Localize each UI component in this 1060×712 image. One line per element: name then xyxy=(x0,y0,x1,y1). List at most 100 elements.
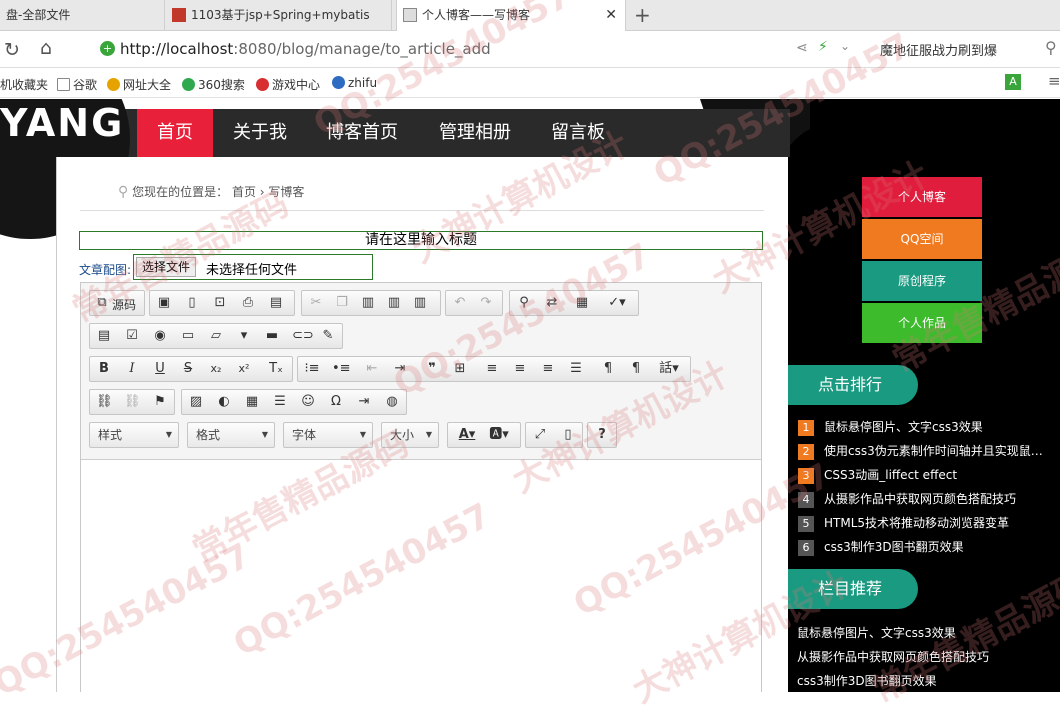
breadcrumb-home[interactable]: 首页 xyxy=(232,185,256,199)
strike-icon[interactable]: S xyxy=(180,361,196,377)
rtl-icon[interactable]: ¶ xyxy=(628,361,644,377)
justify-icon[interactable]: ☰ xyxy=(568,361,584,377)
ranking-item[interactable]: 4 从摄影作品中获取网页颜色搭配技巧 xyxy=(798,490,1043,508)
italic-icon[interactable]: I xyxy=(124,361,140,377)
nav-item-home[interactable]: 首页 xyxy=(137,109,213,157)
reload-icon[interactable]: ↻ xyxy=(4,39,20,61)
sidebar-button-qzone[interactable]: QQ空间 xyxy=(862,219,982,259)
sidebar-button-works[interactable]: 个人作品 xyxy=(862,303,982,343)
browser-tab[interactable]: 1103基于jsp+Spring+mybatis xyxy=(166,0,392,31)
help-icon[interactable]: ? xyxy=(594,427,610,443)
close-tab-icon[interactable]: ✕ xyxy=(605,0,617,31)
ltr-icon[interactable]: ¶ xyxy=(600,361,616,377)
textfield-icon[interactable]: ▭ xyxy=(180,328,196,344)
print-icon[interactable]: ⎙ xyxy=(240,295,256,311)
replace-icon[interactable]: ⇄ xyxy=(544,295,560,311)
paste-text-icon[interactable]: ▥ xyxy=(386,295,402,311)
url-field[interactable]: http://localhost:8080/blog/manage/to_art… xyxy=(120,40,491,58)
new-tab-button[interactable]: + xyxy=(634,3,651,27)
image-button-icon[interactable]: ⊂⊃ xyxy=(292,328,314,344)
new-page-icon[interactable]: ▯ xyxy=(184,295,200,311)
sidebar-button-blog[interactable]: 个人博客 xyxy=(862,177,982,217)
save-icon[interactable]: ▣ xyxy=(156,295,172,311)
hidden-field-icon[interactable]: ✎ xyxy=(320,328,336,344)
redo-icon[interactable]: ↷ xyxy=(478,295,494,311)
textarea-icon[interactable]: ▱ xyxy=(208,328,224,344)
speed-mode-icon[interactable]: ⚡ xyxy=(818,39,828,55)
spellcheck-icon[interactable]: ✓▾ xyxy=(602,295,632,311)
radio-icon[interactable]: ◉ xyxy=(152,328,168,344)
smiley-icon[interactable]: ☺ xyxy=(300,394,316,410)
indent-icon[interactable]: ⇥ xyxy=(392,361,408,377)
bookmark-item[interactable]: 游戏中心 xyxy=(256,76,320,93)
editor-content-area[interactable] xyxy=(81,459,761,692)
maximize-icon[interactable]: ⤢ xyxy=(532,427,548,443)
search-icon[interactable]: ⚲ xyxy=(1045,38,1057,57)
paste-icon[interactable]: ▥ xyxy=(360,295,376,311)
templates-icon[interactable]: ▤ xyxy=(268,295,284,311)
iframe-icon[interactable]: ◍ xyxy=(384,394,400,410)
home-icon[interactable]: ⌂ xyxy=(40,37,52,59)
anchor-icon[interactable]: ⚑ xyxy=(152,394,168,410)
file-input[interactable]: 选择文件 未选择任何文件 xyxy=(133,254,373,280)
align-center-icon[interactable]: ≡ xyxy=(512,361,528,377)
nav-item-about[interactable]: 关于我 xyxy=(218,109,302,157)
nav-item-guestbook[interactable]: 留言板 xyxy=(538,109,618,157)
share-icon[interactable]: ⋖ xyxy=(796,40,808,56)
copy-icon[interactable]: ❐ xyxy=(334,295,350,311)
undo-icon[interactable]: ↶ xyxy=(452,295,468,311)
nav-item-blog[interactable]: 博客首页 xyxy=(312,109,412,157)
bookmark-item[interactable]: zhifu xyxy=(332,76,377,90)
subscript-icon[interactable]: x₂ xyxy=(208,361,224,377)
nav-item-album[interactable]: 管理相册 xyxy=(425,109,525,157)
cut-icon[interactable]: ✂ xyxy=(308,295,324,311)
font-combo[interactable]: 字体 ▼ xyxy=(283,422,373,448)
article-title-input[interactable]: 请在这里输入标题 xyxy=(79,231,763,250)
div-icon[interactable]: ⊞ xyxy=(452,361,468,377)
bookmark-item[interactable]: 网址大全 xyxy=(107,76,171,93)
find-icon[interactable]: ⚲ xyxy=(516,295,532,311)
paste-word-icon[interactable]: ▥ xyxy=(412,295,428,311)
bookmark-item[interactable]: 谷歌 xyxy=(57,76,97,93)
text-color-icon[interactable]: A▾ xyxy=(454,427,480,443)
numbered-list-icon[interactable]: ⁝≡ xyxy=(304,361,320,377)
source-button[interactable]: 源码 xyxy=(112,296,136,313)
table-icon[interactable]: ▦ xyxy=(244,394,260,410)
superscript-icon[interactable]: x² xyxy=(236,361,252,377)
recommend-item[interactable]: css3制作3D图书翻页效果 xyxy=(797,672,937,689)
source-icon[interactable]: ⧉ xyxy=(94,295,110,311)
form-icon[interactable]: ▤ xyxy=(96,328,112,344)
bookmark-item[interactable]: 机收藏夹 xyxy=(0,76,48,93)
styles-combo[interactable]: 样式 ▼ xyxy=(89,422,179,448)
bold-icon[interactable]: B xyxy=(96,361,112,377)
align-left-icon[interactable]: ≡ xyxy=(484,361,500,377)
menu-icon[interactable]: ≡ xyxy=(1048,72,1060,90)
recommend-item[interactable]: 从摄影作品中获取网页颜色搭配技巧 xyxy=(797,648,989,665)
bookmark-item[interactable]: 360搜索 xyxy=(182,76,245,93)
translate-icon[interactable]: A xyxy=(1005,74,1021,90)
ranking-item[interactable]: 2 使用css3伪元素制作时间轴并且实现鼠… xyxy=(798,442,1043,460)
select-icon[interactable]: ▾ xyxy=(236,328,252,344)
sidebar-button-programs[interactable]: 原创程序 xyxy=(862,261,982,301)
remove-format-icon[interactable]: Tₓ xyxy=(268,361,284,377)
ranking-item[interactable]: 1 鼠标悬停图片、文字css3效果 xyxy=(798,418,1043,436)
ranking-item[interactable]: 5 HTML5技术将推动移动浏览器变革 xyxy=(798,514,1043,532)
image-icon[interactable]: ▨ xyxy=(188,394,204,410)
button-icon[interactable]: ▬ xyxy=(264,328,280,344)
underline-icon[interactable]: U xyxy=(152,361,168,377)
checkbox-icon[interactable]: ☑ xyxy=(124,328,140,344)
special-char-icon[interactable]: Ω xyxy=(328,394,344,410)
size-combo[interactable]: 大小 ▼ xyxy=(381,422,439,448)
ranking-item[interactable]: 6 css3制作3D图书翻页效果 xyxy=(798,538,1043,556)
chevron-down-icon[interactable]: ⌄ xyxy=(840,39,850,53)
flash-icon[interactable]: ◐ xyxy=(216,394,232,410)
bg-color-icon[interactable]: 🅰▾ xyxy=(486,427,512,443)
logo[interactable]: YANG xyxy=(0,101,124,145)
ranking-item[interactable]: 3 CSS3动画_liffect effect xyxy=(798,466,1043,484)
browser-tab[interactable]: 盘-全部文件 xyxy=(0,0,165,31)
choose-file-button[interactable]: 选择文件 xyxy=(136,257,197,277)
select-all-icon[interactable]: ▦ xyxy=(574,295,590,311)
link-icon[interactable]: ⛓ xyxy=(96,394,113,410)
bulleted-list-icon[interactable]: •≡ xyxy=(332,361,351,377)
horizontal-line-icon[interactable]: ☰ xyxy=(272,394,288,410)
